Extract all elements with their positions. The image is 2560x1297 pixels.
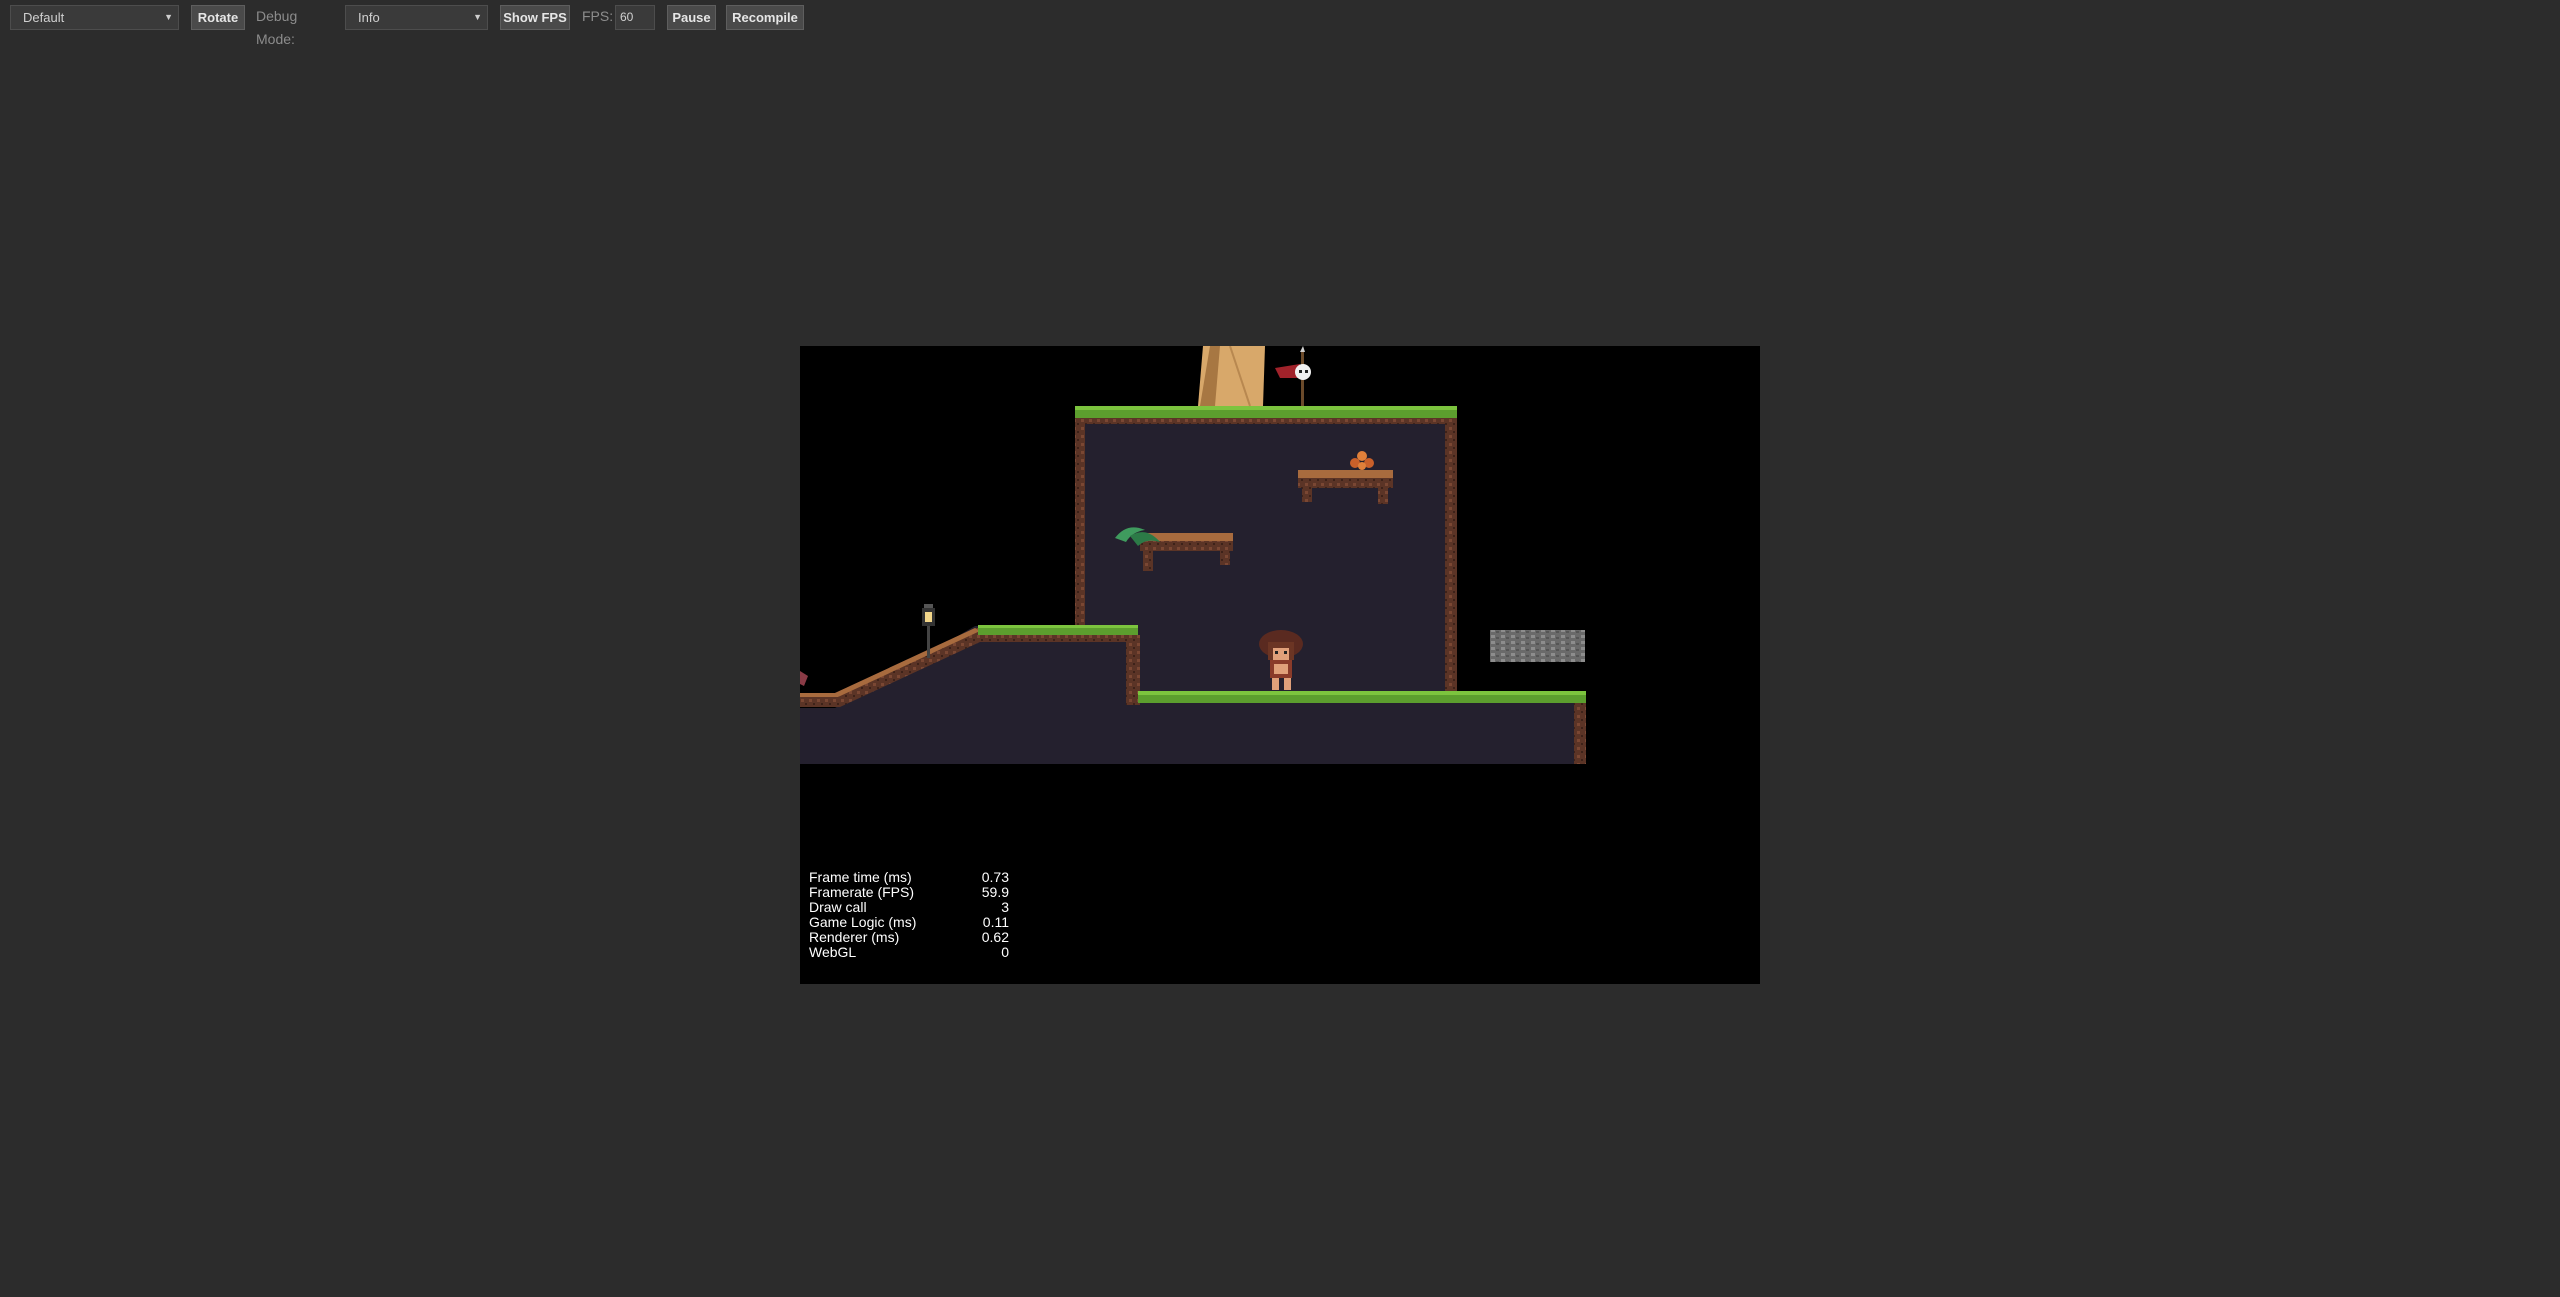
stats-label: Framerate (FPS) <box>809 884 915 900</box>
stats-label: Game Logic (ms) <box>809 914 917 930</box>
stone-block <box>1490 630 1585 662</box>
toolbar: Default ▼ Rotate Debug Mode: Info ▼ Show… <box>0 0 2560 47</box>
tent-sprite <box>1198 346 1265 407</box>
stats-label: WebGL <box>809 944 857 960</box>
debug-mode-select[interactable]: Info ▼ <box>345 5 488 30</box>
stats-row-draw-call: Draw call 3 <box>809 900 1009 915</box>
stats-label: Draw call <box>809 899 867 915</box>
fps-input[interactable]: 60 <box>615 5 655 30</box>
stats-row-framerate: Framerate (FPS) 59.9 <box>809 885 1009 900</box>
floor-background <box>1138 698 1586 764</box>
chevron-down-icon: ▼ <box>473 12 482 22</box>
cave-left-wall <box>1075 418 1085 628</box>
cave-right-wall <box>1445 418 1457 700</box>
stats-row-frame-time: Frame time (ms) 0.73 <box>809 870 1009 885</box>
skull-totem-sprite <box>1275 346 1311 406</box>
stats-value: 0.62 <box>981 929 1009 945</box>
top-ground-platform <box>1075 406 1457 424</box>
stats-row-webgl: WebGL 0 <box>809 945 1009 960</box>
stats-row-game-logic: Game Logic (ms) 0.11 <box>809 915 1009 930</box>
pause-button[interactable]: Pause <box>667 5 716 30</box>
stats-row-renderer: Renderer (ms) 0.62 <box>809 930 1009 945</box>
recompile-button[interactable]: Recompile <box>726 5 804 30</box>
debug-mode-label: Debug Mode: <box>256 8 298 47</box>
stats-value: 0.11 <box>982 914 1009 930</box>
chevron-down-icon: ▼ <box>164 12 173 22</box>
debug-stats-panel: Frame time (ms) 0.73 Framerate (FPS) 59.… <box>809 870 1009 960</box>
stats-label: Renderer (ms) <box>809 929 900 945</box>
stats-label: Frame time (ms) <box>809 869 912 885</box>
stats-value: 3 <box>1001 899 1009 915</box>
edge-plant-sprite <box>800 671 808 686</box>
stats-value: 59.9 <box>981 884 1009 900</box>
fps-label: FPS: <box>582 8 614 24</box>
profile-select[interactable]: Default ▼ <box>10 5 179 30</box>
stats-value: 0.73 <box>981 869 1009 885</box>
profile-select-value: Default <box>23 10 65 25</box>
stats-value: 0 <box>1001 944 1009 960</box>
show-fps-button[interactable]: Show FPS <box>500 5 570 30</box>
game-canvas[interactable]: Frame time (ms) 0.73 Framerate (FPS) 59.… <box>800 346 1760 984</box>
rotate-button[interactable]: Rotate <box>191 5 245 30</box>
debug-mode-select-value: Info <box>358 10 380 25</box>
